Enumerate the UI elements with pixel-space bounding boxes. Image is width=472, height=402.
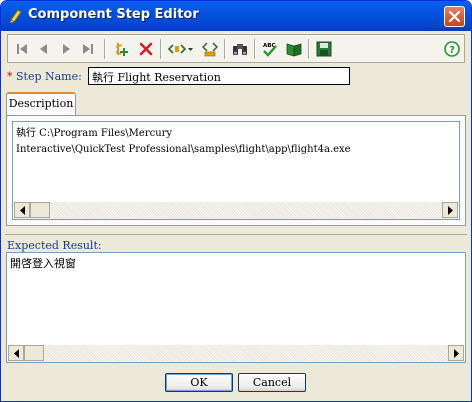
tab-description[interactable]: Description — [6, 92, 76, 116]
description-text: 執行 C:\Program Files\Mercury Interactive\… — [16, 128, 351, 155]
spell-check-button[interactable]: ABC — [260, 39, 280, 59]
scroll-right-button[interactable] — [442, 202, 458, 218]
cancel-button[interactable]: Cancel — [238, 373, 306, 392]
description-horizontal-scrollbar[interactable] — [14, 202, 458, 219]
parameter-icon — [168, 44, 193, 54]
arrow-right-icon — [448, 206, 453, 215]
arrow-left-icon — [20, 206, 25, 215]
next-icon — [63, 44, 70, 54]
toolbar: ABC ? — [7, 34, 465, 63]
last-step-button[interactable] — [78, 39, 98, 59]
arrow-left-icon — [14, 349, 19, 358]
scroll-left-button[interactable] — [14, 202, 30, 218]
new-step-button[interactable] — [112, 39, 132, 59]
last-icon — [83, 44, 93, 54]
expected-result-horizontal-scrollbar[interactable] — [8, 345, 464, 362]
scroll-left-button[interactable] — [8, 345, 24, 361]
insert-parameter-button[interactable] — [166, 39, 196, 59]
first-icon — [17, 44, 27, 54]
arrow-right-icon — [454, 349, 459, 358]
scroll-track[interactable] — [14, 202, 458, 219]
component-step-editor-window: Component Step Editor ABC ? * Step Name:… — [0, 0, 472, 402]
step-name-label-text: Step Name: — [16, 70, 82, 83]
scroll-right-button[interactable] — [448, 345, 464, 361]
scroll-thumb[interactable] — [30, 202, 50, 218]
find-button[interactable] — [230, 39, 250, 59]
expected-result-label: Expected Result: — [7, 239, 102, 252]
save-icon — [316, 41, 332, 57]
delete-icon — [139, 42, 153, 56]
delete-step-button[interactable] — [136, 39, 156, 59]
expected-result-textarea[interactable]: 開啓登入視窗 — [6, 252, 466, 363]
svg-text:?: ? — [449, 45, 455, 56]
toolbar-separator — [104, 39, 106, 59]
previous-icon — [40, 44, 47, 54]
component-icon — [9, 9, 22, 24]
window-title: Component Step Editor — [28, 7, 199, 22]
toolbar-separator — [224, 39, 226, 59]
new-step-icon — [115, 43, 128, 56]
help-icon: ? — [444, 41, 460, 57]
book-icon — [286, 43, 302, 57]
scroll-track[interactable] — [8, 345, 464, 362]
save-button[interactable] — [314, 39, 334, 59]
required-marker: * — [7, 70, 13, 83]
close-icon — [448, 10, 461, 23]
toolbar-separator — [254, 39, 256, 59]
previous-step-button[interactable] — [34, 39, 54, 59]
binoculars-icon — [233, 44, 247, 55]
open-book-button[interactable] — [284, 39, 304, 59]
step-name-input[interactable]: 執行 Flight Reservation — [88, 67, 350, 85]
expected-result-text: 開啓登入視窗 — [10, 257, 76, 270]
toolbar-separator — [160, 39, 162, 59]
description-textarea[interactable]: 執行 C:\Program Files\Mercury Interactive\… — [12, 121, 460, 220]
spellcheck-icon: ABC — [263, 43, 277, 57]
parameterize-button[interactable] — [200, 39, 220, 59]
toolbar-separator — [308, 39, 310, 59]
description-tab-panel: 執行 C:\Program Files\Mercury Interactive\… — [6, 115, 466, 226]
parameterize-icon — [202, 42, 218, 57]
close-button[interactable] — [444, 6, 465, 27]
step-name-label: * Step Name: — [7, 70, 82, 83]
section-divider — [5, 234, 467, 235]
scroll-thumb[interactable] — [24, 345, 44, 361]
help-button[interactable]: ? — [442, 39, 462, 59]
ok-button[interactable]: OK — [165, 373, 233, 392]
next-step-button[interactable] — [56, 39, 76, 59]
title-bar[interactable]: Component Step Editor — [1, 1, 471, 31]
first-step-button[interactable] — [12, 39, 32, 59]
